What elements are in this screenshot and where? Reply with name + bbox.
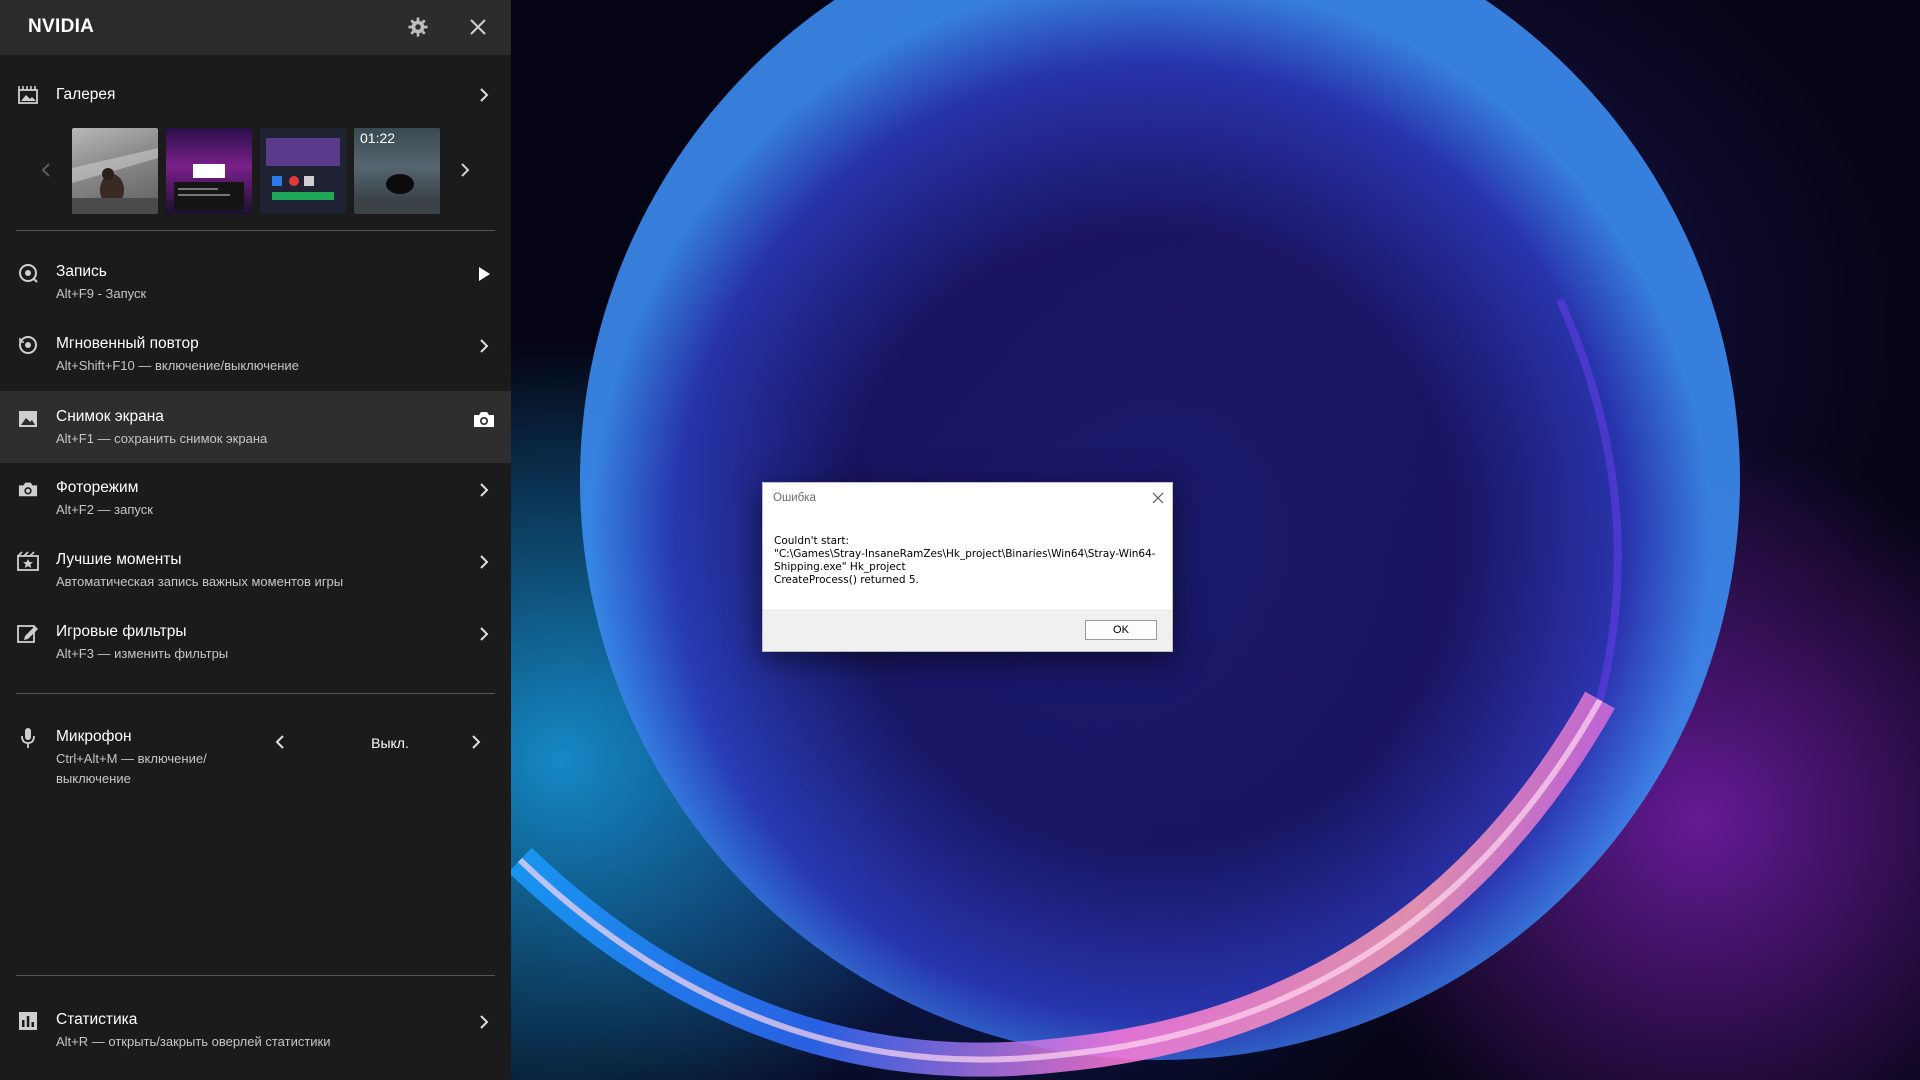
thumbnail-image <box>72 148 158 214</box>
microphone-title: Микрофон <box>56 728 132 745</box>
chevron-right-icon <box>480 483 489 497</box>
chevron-right-icon <box>480 339 489 353</box>
instant-replay-title: Мгновенный повтор <box>56 335 199 352</box>
gallery-thumbnail-2[interactable] <box>166 128 252 214</box>
record-subtitle: Alt+F9 - Запуск <box>56 286 147 301</box>
camera-icon <box>474 412 494 427</box>
statistics-row[interactable]: Статистика Alt+R — открыть/закрыть оверл… <box>0 1003 511 1055</box>
chevron-left-icon <box>41 163 50 177</box>
gallery-open-button[interactable] <box>470 81 498 109</box>
game-filters-subtitle: Alt+F3 — изменить фильтры <box>56 646 229 661</box>
instant-replay-row[interactable]: Мгновенный повтор Alt+Shift+F10 — включе… <box>0 327 511 379</box>
photo-mode-subtitle: Alt+F2 — запуск <box>56 502 153 517</box>
close-icon <box>1152 492 1164 504</box>
game-filters-row[interactable]: Игровые фильтры Alt+F3 — изменить фильтр… <box>0 615 511 667</box>
gallery-label: Галерея <box>56 86 116 103</box>
statistics-open-button[interactable] <box>470 1008 498 1036</box>
chevron-right-icon <box>480 88 489 102</box>
screenshot-title: Снимок экрана <box>56 408 164 425</box>
game-filters-open-button[interactable] <box>470 620 498 648</box>
game-filters-title: Игровые фильтры <box>56 623 187 640</box>
statistics-icon <box>16 1009 40 1033</box>
gallery-prev-button[interactable] <box>34 158 58 182</box>
take-screenshot-button[interactable] <box>470 405 498 433</box>
close-overlay-button[interactable] <box>464 13 492 41</box>
chevron-right-icon <box>472 735 481 749</box>
instant-replay-open-button[interactable] <box>470 332 498 360</box>
chevron-right-icon <box>480 1015 489 1029</box>
gallery-thumbnail-1[interactable] <box>72 128 158 214</box>
play-icon <box>479 267 490 281</box>
chevron-right-icon <box>480 555 489 569</box>
gallery-next-button[interactable] <box>453 158 477 182</box>
highlights-row[interactable]: Лучшие моменты Автоматическая запись важ… <box>0 543 511 595</box>
divider <box>16 693 495 694</box>
record-title: Запись <box>56 263 107 280</box>
ok-button[interactable]: OK <box>1085 620 1157 640</box>
dialog-close-button[interactable] <box>1149 489 1167 507</box>
microphone-subtitle-line1: Ctrl+Alt+M — включение/ <box>56 751 207 766</box>
brand-title: NVIDIA <box>28 16 95 37</box>
divider <box>16 975 495 976</box>
microphone-subtitle-line2: выключение <box>56 771 131 786</box>
instant-replay-icon <box>16 333 40 357</box>
dialog-title: Ошибка <box>773 492 816 504</box>
panel-header: NVIDIA <box>0 0 511 55</box>
statistics-title: Статистика <box>56 1011 138 1028</box>
settings-button[interactable] <box>404 13 432 41</box>
camera-icon <box>16 477 40 501</box>
nvidia-overlay-panel: NVIDIA Галерея 01:22 Запись Alt+F9 - Зап… <box>0 0 511 1080</box>
dialog-message: Couldn't start: "C:\Games\Stray-InsaneRa… <box>774 535 1156 586</box>
highlights-icon <box>16 549 40 573</box>
close-icon <box>470 19 486 35</box>
microphone-icon <box>16 726 40 750</box>
record-start-button[interactable] <box>470 260 498 288</box>
record-row[interactable]: Запись Alt+F9 - Запуск <box>0 255 511 307</box>
divider <box>16 230 495 231</box>
filter-edit-icon <box>16 621 40 645</box>
microphone-state-value: Выкл. <box>371 735 409 751</box>
photo-mode-row[interactable]: Фоторежим Alt+F2 — запуск <box>0 471 511 523</box>
video-duration-label: 01:22 <box>360 130 396 146</box>
highlights-open-button[interactable] <box>470 548 498 576</box>
screenshot-subtitle: Alt+F1 — сохранить снимок экрана <box>56 431 268 446</box>
chevron-right-icon <box>480 627 489 641</box>
microphone-next-button[interactable] <box>464 728 488 761</box>
error-dialog: Ошибка Couldn't start: "C:\Games\Stray-I… <box>762 482 1173 652</box>
microphone-row: Микрофон Ctrl+Alt+M — включение/ выключе… <box>0 720 511 792</box>
highlights-title: Лучшие моменты <box>56 551 182 568</box>
screenshot-row[interactable]: Снимок экрана Alt+F1 — сохранить снимок … <box>0 391 511 463</box>
photo-mode-title: Фоторежим <box>56 479 139 496</box>
highlights-subtitle: Автоматическая запись важных моментов иг… <box>56 574 344 589</box>
gear-icon <box>408 17 428 37</box>
chevron-right-icon <box>461 163 470 177</box>
photo-mode-open-button[interactable] <box>470 476 498 504</box>
statistics-subtitle: Alt+R — открыть/закрыть оверлей статисти… <box>56 1034 331 1049</box>
microphone-prev-button[interactable] <box>268 728 292 761</box>
thumbnail-image <box>266 138 340 200</box>
gallery-icon <box>16 83 40 107</box>
gallery-thumbnail-4[interactable]: 01:22 <box>354 128 440 214</box>
instant-replay-subtitle: Alt+Shift+F10 — включение/выключение <box>56 358 299 373</box>
gallery-thumbnail-3[interactable] <box>260 128 346 214</box>
record-icon <box>16 261 40 285</box>
thumbnail-image <box>174 164 244 210</box>
gallery-row[interactable]: Галерея <box>0 78 511 112</box>
chevron-left-icon <box>275 735 284 749</box>
dialog-footer: OK <box>763 609 1172 651</box>
image-icon <box>16 407 40 431</box>
